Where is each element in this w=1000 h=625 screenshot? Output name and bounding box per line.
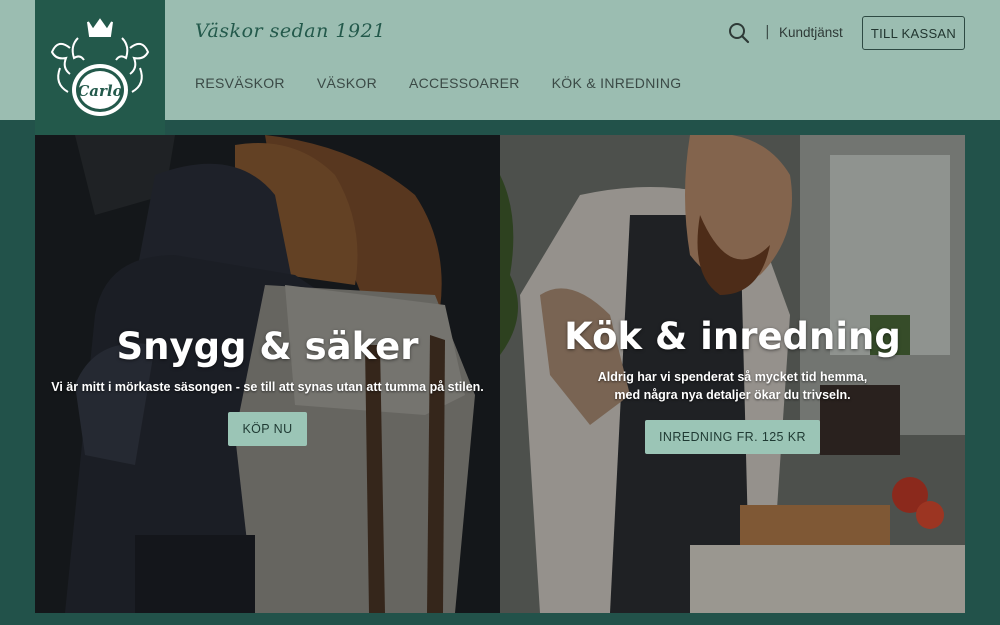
buy-now-button[interactable]: KÖP NU (228, 412, 307, 446)
nav-item-vaskor[interactable]: VÄSKOR (317, 75, 377, 91)
customer-service-link[interactable]: Kundtjänst (779, 25, 843, 40)
hero-text-right-line1: Aldrig har vi spenderat så mycket tid he… (597, 370, 868, 384)
tagline: Väskor sedan 1921 (195, 20, 386, 42)
hero-text-left: Vi är mitt i mörkaste säsongen - se till… (51, 380, 484, 394)
carlo-logo[interactable]: Carlo (35, 0, 165, 135)
hero-title-right: Kök & inredning (564, 315, 901, 358)
header-separator: | (765, 24, 770, 40)
hero-content-left: Snygg & säker Vi är mitt i mörkaste säso… (35, 325, 500, 446)
hero-content-right: Kök & inredning Aldrig har vi spenderat … (500, 315, 965, 454)
interior-cta-button[interactable]: INREDNING FR. 125 KR (645, 420, 820, 454)
hero-panel-backpack[interactable]: Snygg & säker Vi är mitt i mörkaste säso… (35, 135, 500, 613)
logo-emblem-icon: Carlo (50, 17, 150, 116)
nav-item-kok-inredning[interactable]: KÖK & INREDNING (552, 75, 682, 91)
hero-text-right: Aldrig har vi spenderat så mycket tid he… (500, 368, 965, 404)
hero-text-right-line2: med några nya detaljer ökar du trivseln. (614, 388, 851, 402)
main-nav: RESVÄSKOR VÄSKOR ACCESSOARER KÖK & INRED… (195, 75, 681, 91)
logo-text: Carlo (77, 82, 122, 100)
checkout-button[interactable]: TILL KASSAN (862, 16, 965, 50)
hero-title-left: Snygg & säker (116, 325, 419, 368)
hero-panel-kitchen[interactable]: Kök & inredning Aldrig har vi spenderat … (500, 135, 965, 613)
nav-item-resvaskor[interactable]: RESVÄSKOR (195, 75, 285, 91)
nav-item-accessoarer[interactable]: ACCESSOARER (409, 75, 520, 91)
search-icon[interactable] (728, 22, 750, 44)
